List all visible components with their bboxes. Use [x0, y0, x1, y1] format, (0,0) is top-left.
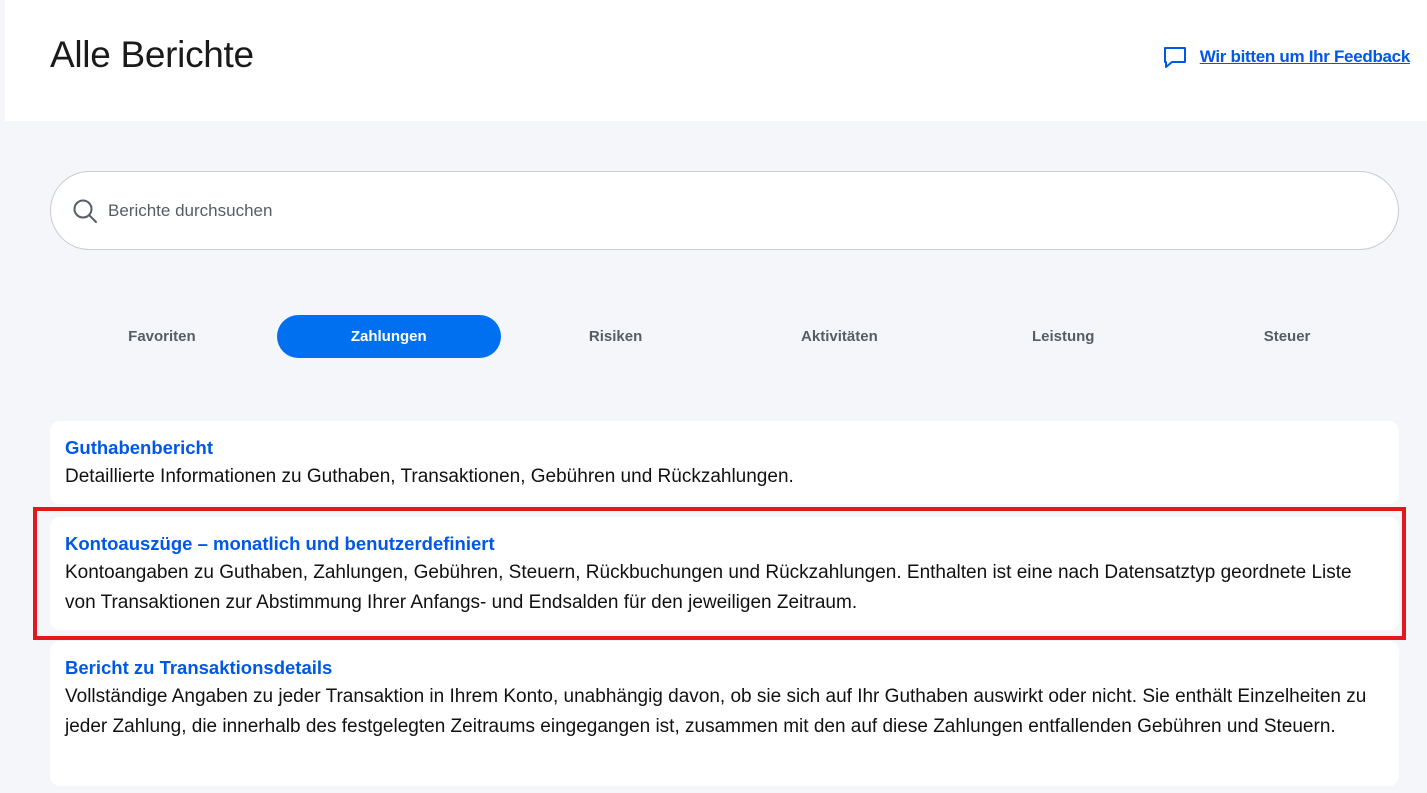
- report-description: Vollständige Angaben zu jeder Transaktio…: [65, 686, 1367, 737]
- tab-leistung[interactable]: Leistung: [951, 315, 1175, 358]
- report-category-tabs: Favoriten Zahlungen Risiken Aktivitäten …: [50, 315, 1399, 358]
- speech-bubble-icon: [1162, 44, 1188, 70]
- feedback-link[interactable]: Wir bitten um Ihr Feedback: [1162, 44, 1410, 70]
- report-title-link[interactable]: Kontoauszüge – monatlich und benutzerdef…: [65, 532, 1384, 556]
- tab-favoriten[interactable]: Favoriten: [50, 315, 274, 358]
- report-description: Kontoangaben zu Guthaben, Zahlungen, Geb…: [65, 562, 1352, 613]
- report-card-guthabenbericht: Guthabenbericht Detaillierte Information…: [50, 421, 1399, 504]
- report-title-link[interactable]: Guthabenbericht: [65, 436, 1384, 460]
- search-bar[interactable]: [50, 171, 1399, 250]
- page-header: Alle Berichte Wir bitten um Ihr Feedback: [5, 0, 1427, 121]
- feedback-label: Wir bitten um Ihr Feedback: [1199, 47, 1411, 66]
- tab-risiken[interactable]: Risiken: [504, 315, 728, 358]
- search-icon: [72, 198, 98, 224]
- page-title: Alle Berichte: [50, 34, 254, 75]
- tab-zahlungen[interactable]: Zahlungen: [276, 315, 501, 358]
- tab-aktivitaeten[interactable]: Aktivitäten: [727, 315, 951, 358]
- report-card-transaktionsdetails: Bericht zu Transaktionsdetails Vollständ…: [50, 641, 1399, 786]
- tab-steuer[interactable]: Steuer: [1175, 315, 1399, 358]
- search-input[interactable]: [106, 199, 1310, 222]
- report-description: Detaillierte Informationen zu Guthaben, …: [65, 466, 794, 487]
- report-card-kontoauszuege: Kontoauszüge – monatlich und benutzerdef…: [50, 517, 1399, 630]
- report-title-link[interactable]: Bericht zu Transaktionsdetails: [65, 656, 1384, 680]
